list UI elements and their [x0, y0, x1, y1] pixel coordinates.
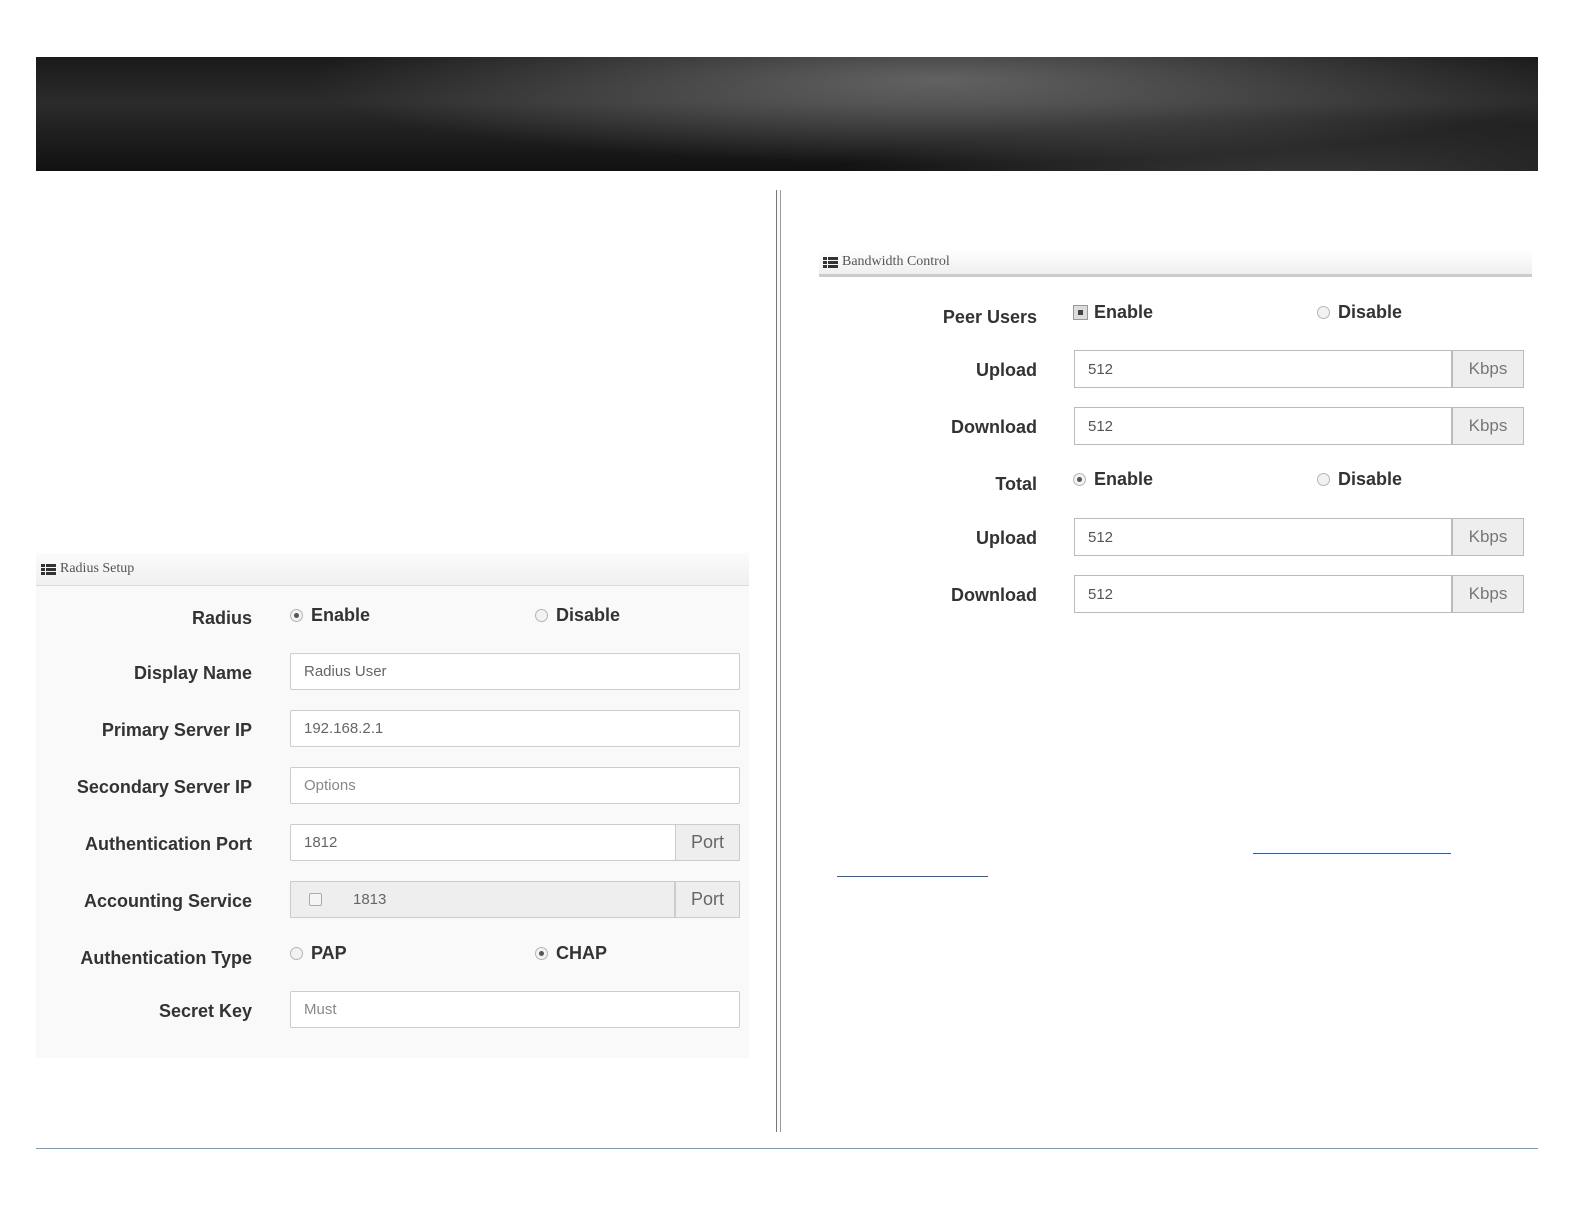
header-banner: [36, 57, 1538, 171]
radius-setup-title: Radius Setup: [60, 561, 135, 576]
peer-download-input[interactable]: 512: [1074, 407, 1452, 445]
secret-key-input[interactable]: Must: [290, 991, 740, 1028]
bandwidth-control-header: Bandwidth Control: [819, 250, 1532, 277]
radius-label: Radius: [191, 608, 252, 628]
radius-disable-label: Disable: [556, 605, 621, 625]
peer-upload-unit: Kbps: [1452, 350, 1524, 388]
radio-unselected-icon: [290, 947, 303, 960]
total-enable-label: Enable: [1094, 469, 1154, 489]
total-download-unit: Kbps: [1452, 575, 1524, 613]
peer-enable-label: Enable: [1094, 302, 1154, 322]
primary-server-ip-input[interactable]: 192.168.2.1: [290, 710, 740, 747]
peer-download-label: Download: [951, 417, 1037, 437]
radius-setup-header: Radius Setup: [36, 553, 749, 586]
pap-label: PAP: [311, 943, 347, 963]
accounting-service-label: Accounting Service: [83, 891, 252, 911]
radius-setup-panel: Radius Setup Radius Enable Disable Displ…: [36, 553, 749, 1058]
bandwidth-control-title: Bandwidth Control: [842, 254, 950, 269]
total-upload-input[interactable]: 512: [1074, 518, 1452, 556]
total-disable-label: Disable: [1338, 469, 1403, 489]
footer-rule: [36, 1148, 1538, 1149]
secondary-server-ip-input[interactable]: Options: [290, 767, 740, 804]
total-upload-unit: Kbps: [1452, 518, 1524, 556]
authentication-port-addon: Port: [675, 824, 740, 861]
primary-server-ip-label: Primary Server IP: [101, 720, 252, 740]
radio-unselected-icon: [535, 609, 548, 622]
authentication-type-label: Authentication Type: [80, 948, 252, 968]
radius-enable-label: Enable: [311, 605, 371, 625]
total-label: Total: [995, 474, 1037, 494]
peer-users-disable-radio[interactable]: Disable: [1317, 302, 1402, 323]
accounting-port-addon: Port: [675, 881, 740, 918]
peer-upload-input[interactable]: 512: [1074, 350, 1452, 388]
radius-disable-radio[interactable]: Disable: [535, 605, 620, 626]
column-divider: [776, 190, 781, 1132]
list-icon: [823, 256, 838, 268]
peer-disable-label: Disable: [1338, 302, 1403, 322]
display-name-input[interactable]: Radius User: [290, 653, 740, 690]
authentication-port-input[interactable]: 1812: [290, 824, 676, 861]
secret-key-label: Secret Key: [158, 1001, 252, 1021]
list-icon: [41, 563, 56, 575]
peer-upload-label: Upload: [976, 360, 1037, 380]
radio-unselected-icon: [1317, 473, 1330, 486]
link-underline[interactable]: [1253, 853, 1451, 854]
authentication-port-label: Authentication Port: [85, 834, 252, 854]
link-underline[interactable]: [837, 876, 988, 877]
secondary-server-ip-label: Secondary Server IP: [76, 777, 252, 797]
bandwidth-control-panel: Bandwidth Control Peer Users Enable Disa…: [819, 250, 1532, 630]
radio-selected-icon: [535, 947, 548, 960]
accounting-port-input[interactable]: 1813: [339, 881, 675, 918]
total-upload-label: Upload: [976, 528, 1037, 548]
total-disable-radio[interactable]: Disable: [1317, 469, 1402, 490]
accounting-service-checkbox[interactable]: [308, 893, 322, 906]
peer-users-label: Peer Users: [942, 307, 1037, 327]
display-name-label: Display Name: [133, 663, 252, 683]
total-download-label: Download: [951, 585, 1037, 605]
radio-selected-icon: [1073, 305, 1088, 320]
radio-selected-icon: [290, 609, 303, 622]
total-enable-radio[interactable]: Enable: [1073, 469, 1153, 490]
peer-users-enable-radio[interactable]: Enable: [1073, 302, 1153, 323]
peer-download-unit: Kbps: [1452, 407, 1524, 445]
radio-selected-icon: [1073, 473, 1086, 486]
auth-type-chap-radio[interactable]: CHAP: [535, 943, 607, 964]
chap-label: CHAP: [556, 943, 608, 963]
radio-unselected-icon: [1317, 306, 1330, 319]
auth-type-pap-radio[interactable]: PAP: [290, 943, 347, 964]
accounting-service-checkbox-cell: [290, 881, 340, 918]
radius-enable-radio[interactable]: Enable: [290, 605, 370, 626]
total-download-input[interactable]: 512: [1074, 575, 1452, 613]
